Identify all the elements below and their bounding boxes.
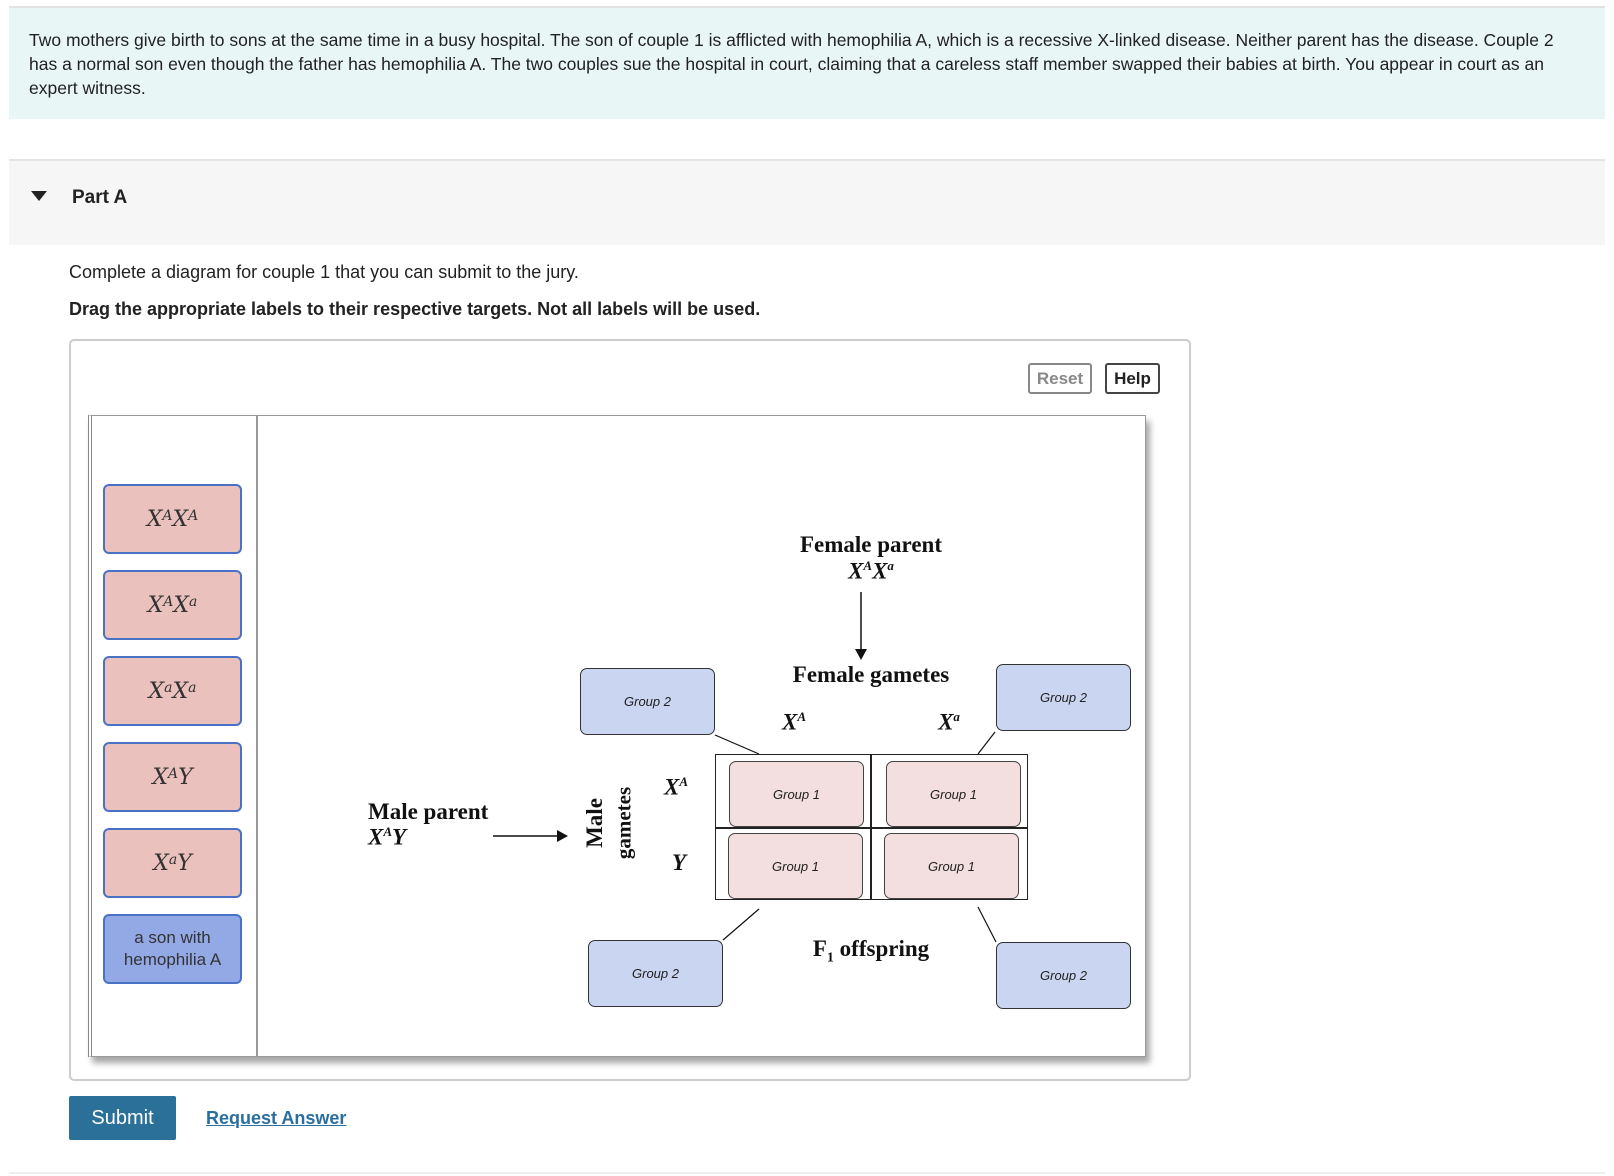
female-genotype: XAXa <box>848 558 894 585</box>
female-gametes-label: Female gametes <box>792 662 950 687</box>
genotype-text: X <box>848 558 864 584</box>
diagram-lines <box>493 592 997 943</box>
genotype-sup: a <box>887 558 894 573</box>
f1-text: F <box>812 936 827 961</box>
grid-line <box>716 827 1027 829</box>
submit-button[interactable]: Submit <box>69 1096 176 1140</box>
drop-target-group1[interactable]: Group 1 <box>886 761 1021 827</box>
genotype-text: X <box>872 558 888 584</box>
gamete-text: X <box>664 774 680 800</box>
drop-target-group2[interactable]: Group 2 <box>588 940 723 1007</box>
connector-line <box>977 731 996 755</box>
gamete-sup: A <box>679 774 689 789</box>
male-gamete-Y: Y <box>672 850 687 875</box>
male-gametes-label-2: gametes <box>611 786 636 860</box>
male-parent-label: Male parent <box>368 799 489 824</box>
drop-target-group1[interactable]: Group 1 <box>884 833 1019 899</box>
connector-line <box>977 906 997 943</box>
drop-target-group2[interactable]: Group 2 <box>996 942 1131 1009</box>
female-parent-label: Female parent <box>799 532 943 557</box>
connector-line <box>714 734 760 755</box>
f1-rest: offspring <box>833 936 930 961</box>
genotype-text: X <box>368 824 384 850</box>
male-gametes-label-1: Male <box>582 798 607 848</box>
gamete-text: X <box>781 709 798 735</box>
divider <box>9 1172 1605 1174</box>
female-gamete-XA: XA <box>782 709 806 736</box>
male-gamete-XA: XA <box>664 774 688 801</box>
f1-offspring-label: F1 offspring <box>813 936 929 967</box>
drop-target-group2[interactable]: Group 2 <box>580 668 715 735</box>
drop-target-group2[interactable]: Group 2 <box>996 664 1131 731</box>
drop-target-group1[interactable]: Group 1 <box>728 833 863 899</box>
genotype-text: Y <box>392 824 407 850</box>
request-answer-link[interactable]: Request Answer <box>206 1108 346 1129</box>
male-genotype: XAY <box>368 824 406 851</box>
gamete-sup: A <box>797 709 807 724</box>
genotype-sup: A <box>863 558 873 573</box>
connector-line <box>722 908 760 941</box>
arrow-head-icon <box>855 649 867 660</box>
female-gamete-Xa: Xa <box>938 709 960 736</box>
gamete-sup: a <box>953 709 960 724</box>
arrow-head-icon <box>557 830 568 842</box>
gamete-text: X <box>938 709 954 735</box>
genotype-sup: A <box>383 824 393 839</box>
drop-target-group1[interactable]: Group 1 <box>729 761 864 827</box>
